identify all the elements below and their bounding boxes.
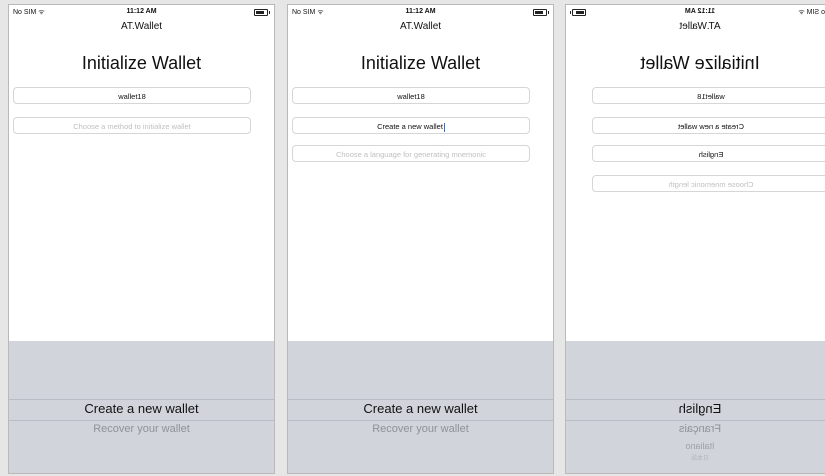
picker-option[interactable]: English xyxy=(566,401,825,416)
phone-screen-2: No SIM ᯤ 11:12 AM AT.Wallet Initialize W… xyxy=(287,4,554,474)
status-bar: No SIM ᯤ 11:12 AM xyxy=(288,5,553,19)
page-title: Initialize Wallet xyxy=(360,53,481,73)
init-method-value: Create a new wallet xyxy=(377,122,443,131)
init-method-field[interactable]: Choose a method to initialize wallet xyxy=(13,117,251,134)
status-time: 11:12 AM xyxy=(405,8,436,15)
picker-option[interactable]: 日本語 xyxy=(566,453,825,462)
status-time: 11:12 AM xyxy=(684,8,716,15)
picker-option[interactable]: Italiano xyxy=(566,441,825,451)
phone-screen-3: No SIM ᯤ 11:12 AM AT.Wallet Initialize W… xyxy=(565,4,825,474)
wallet-name-field[interactable]: wallet18 xyxy=(292,87,530,104)
wallet-name-field[interactable]: wallet18 xyxy=(592,87,825,104)
language-field[interactable]: Choose a language for generating mnemoni… xyxy=(292,145,530,162)
mnemonic-length-field[interactable]: Choose mnemonic length xyxy=(592,175,825,192)
picker-option[interactable]: Create a new wallet xyxy=(9,401,274,416)
wallet-name-field[interactable]: wallet18 xyxy=(13,87,251,104)
language-field[interactable]: English xyxy=(592,145,825,162)
status-bar: No SIM ᯤ 11:12 AM xyxy=(9,5,274,19)
status-time: 11:12 AM xyxy=(126,8,157,15)
app-title: AT.Wallet xyxy=(679,21,721,32)
picker-option[interactable]: Recover your wallet xyxy=(288,423,553,435)
picker-option[interactable]: Recover your wallet xyxy=(9,423,274,435)
picker-option[interactable]: Create a new wallet xyxy=(288,401,553,416)
battery-icon xyxy=(533,9,549,16)
battery-icon xyxy=(572,9,586,16)
picker-option[interactable]: Français xyxy=(566,423,825,435)
page-title: Initialize Wallet xyxy=(81,53,202,73)
language-picker[interactable]: English Français Italiano 日本語 xyxy=(566,341,825,473)
method-picker[interactable]: Create a new wallet Recover your wallet xyxy=(288,341,553,473)
phone-screen-1: No SIM ᯤ 11:12 AM AT.Wallet Initialize W… xyxy=(8,4,275,474)
status-bar: No SIM ᯤ 11:12 AM xyxy=(566,5,825,19)
page-title: Initialize Wallet xyxy=(640,53,760,73)
app-title: AT.Wallet xyxy=(399,21,442,32)
app-title: AT.Wallet xyxy=(120,21,163,32)
text-caret xyxy=(443,122,445,132)
init-method-field[interactable]: Create a new wallet xyxy=(292,117,530,134)
battery-icon xyxy=(254,9,270,16)
method-picker[interactable]: Create a new wallet Recover your wallet xyxy=(9,341,274,473)
init-method-field[interactable]: Create a new wallet xyxy=(592,117,825,134)
